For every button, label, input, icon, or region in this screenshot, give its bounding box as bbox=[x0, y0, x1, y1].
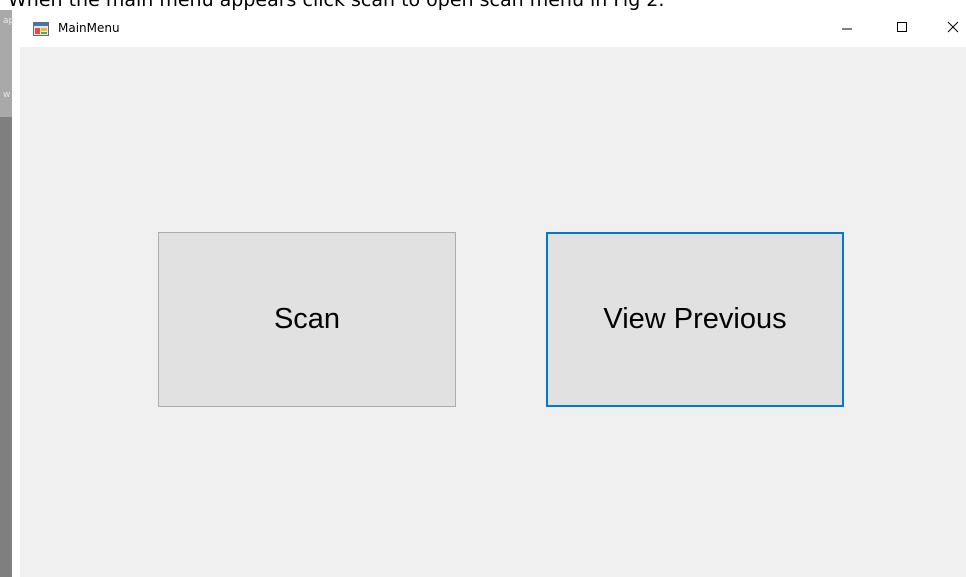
maximize-icon bbox=[896, 20, 908, 38]
background-window-text: ap bbox=[3, 16, 15, 26]
title-bar[interactable]: MainMenu bbox=[20, 10, 966, 47]
scan-button[interactable]: Scan bbox=[158, 232, 456, 407]
background-window-edge-top: ap w bbox=[0, 10, 15, 117]
background-window-edge: ap w bbox=[0, 10, 15, 577]
winforms-app-icon bbox=[33, 22, 49, 36]
form-client-area: Scan View Previous bbox=[20, 47, 966, 577]
close-button[interactable] bbox=[928, 10, 966, 47]
main-menu-window: MainMenu Scan View Previous bbox=[20, 10, 966, 577]
window-title: MainMenu bbox=[58, 21, 120, 35]
minimize-icon bbox=[841, 20, 853, 38]
minimize-button[interactable] bbox=[822, 10, 872, 47]
background-window-text: w bbox=[3, 90, 11, 100]
view-previous-button[interactable]: View Previous bbox=[546, 232, 844, 407]
maximize-button[interactable] bbox=[877, 10, 927, 47]
close-icon bbox=[947, 20, 959, 38]
